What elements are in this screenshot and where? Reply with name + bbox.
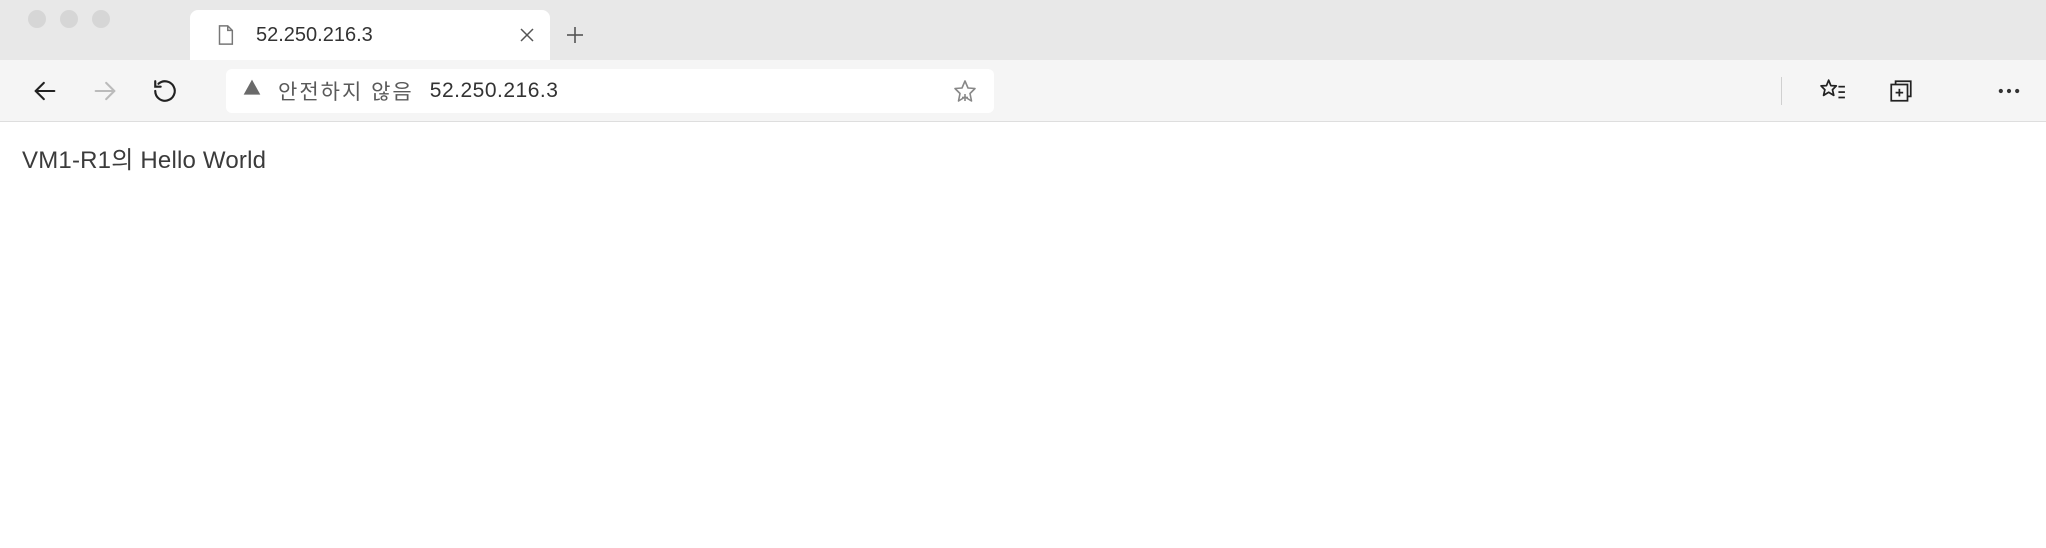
browser-tab[interactable]: 52.250.216.3 [190, 10, 550, 60]
new-tab-button[interactable] [550, 10, 600, 60]
security-label: 안전하지 않음 [278, 76, 414, 106]
browser-tab-strip: 52.250.216.3 [0, 0, 2046, 60]
page-body-text: VM1-R1의 Hello World [22, 147, 266, 174]
toolbar-separator [1781, 77, 1782, 105]
back-button[interactable] [28, 74, 62, 108]
page-content: VM1-R1의 Hello World [0, 122, 2046, 193]
close-tab-button[interactable] [518, 26, 536, 44]
favorite-button[interactable] [948, 74, 982, 108]
forward-button[interactable] [88, 74, 122, 108]
browser-toolbar: 안전하지 않음 52.250.216.3 [0, 60, 2046, 122]
window-controls [20, 0, 190, 60]
refresh-button[interactable] [148, 74, 182, 108]
right-toolbar [1781, 74, 2026, 108]
url-text: 52.250.216.3 [430, 79, 932, 103]
collections-button[interactable] [1884, 74, 1918, 108]
page-icon [208, 18, 242, 52]
favorites-list-button[interactable] [1816, 74, 1850, 108]
window-close-dot[interactable] [28, 10, 46, 28]
tab-title: 52.250.216.3 [256, 24, 504, 47]
window-maximize-dot[interactable] [92, 10, 110, 28]
nav-buttons [28, 74, 182, 108]
window-minimize-dot[interactable] [60, 10, 78, 28]
address-bar[interactable]: 안전하지 않음 52.250.216.3 [226, 69, 994, 113]
more-menu-button[interactable] [1992, 74, 2026, 108]
not-secure-icon [242, 78, 262, 103]
